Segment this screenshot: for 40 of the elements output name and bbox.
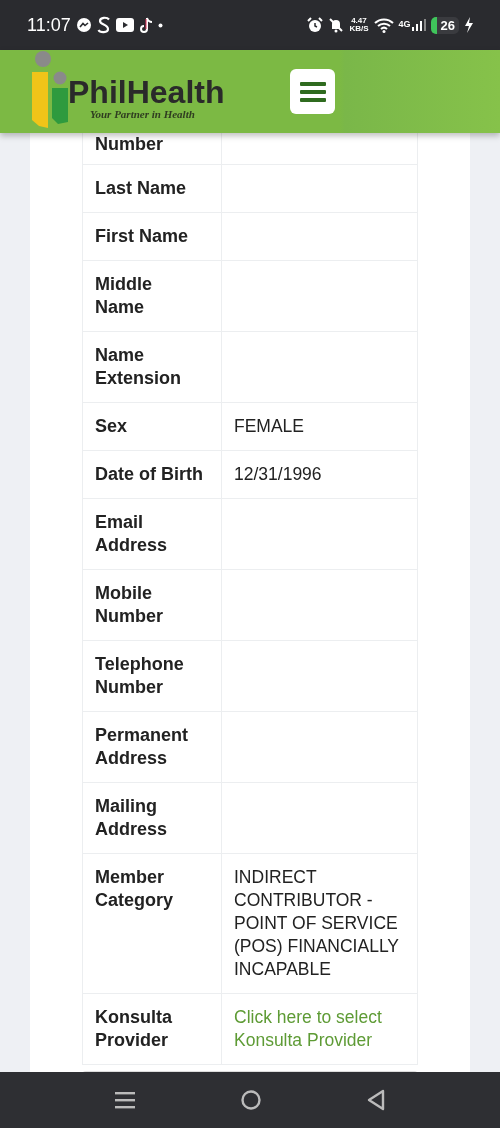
field-label: Middle Name <box>83 261 222 331</box>
field-label: Member Category <box>83 854 222 993</box>
alarm-clock-icon <box>307 17 324 33</box>
menu-icon <box>299 80 326 103</box>
charging-icon <box>464 17 474 33</box>
signal-icon <box>411 19 426 31</box>
field-label: Sex <box>83 403 222 450</box>
dot-icon <box>157 22 163 28</box>
network-speed: 4.47 KB/S <box>349 17 369 33</box>
field-label: Mobile Number <box>83 570 222 640</box>
battery-level: 26 <box>430 16 459 34</box>
field-label: Number <box>83 133 222 164</box>
field-label: Date of Birth <box>83 451 222 498</box>
messenger-icon <box>75 17 92 33</box>
video-play-icon <box>115 18 134 32</box>
field-label: First Name <box>83 213 222 260</box>
select-provider-link[interactable]: Click here to select Konsulta Provider <box>234 1006 399 1052</box>
field-value: FEMALE <box>234 416 305 436</box>
wifi-icon <box>373 17 394 33</box>
field-value: INDIRECT CONTRIBUTOR - POINT OF SERVICE (POS) FINANCIALLY INCAPABLE <box>234 867 399 979</box>
brand-name: PhilHealth <box>68 75 225 108</box>
recent-apps-icon[interactable] <box>115 1090 135 1110</box>
field-label: Last Name <box>83 165 222 212</box>
back-icon[interactable] <box>367 1089 385 1111</box>
network-type: 4G <box>398 18 411 29</box>
field-label: Mailing Address <box>83 783 222 853</box>
brand-tagline: Your Partner in Health <box>90 107 196 120</box>
menu-button[interactable] <box>290 69 336 114</box>
home-icon[interactable] <box>241 1090 261 1110</box>
field-label: Name Extension <box>83 332 222 402</box>
field-label: Konsulta Provider <box>83 994 222 1064</box>
field-value: 12/31/1996 <box>234 464 322 484</box>
muted-bell-icon <box>328 17 345 33</box>
logo-figures-icon <box>30 49 70 130</box>
field-label: Email Address <box>83 499 222 569</box>
clock-time: 11:07 <box>27 14 71 36</box>
field-label: Permanent Address <box>83 712 222 782</box>
s-app-icon <box>96 16 111 34</box>
field-label: Telephone Number <box>83 641 222 711</box>
music-note-icon <box>138 16 153 34</box>
